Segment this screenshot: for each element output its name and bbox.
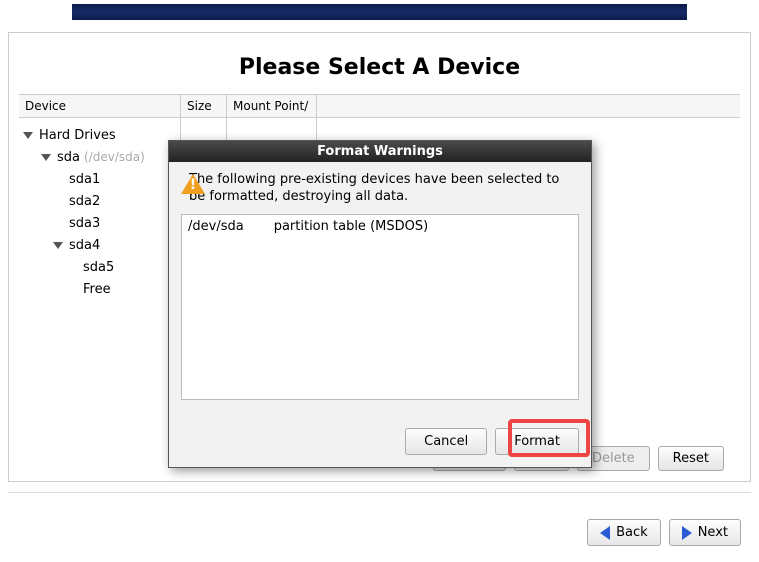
list-item-desc: partition table (MSDOS)	[274, 219, 428, 234]
dialog-message-row: ! The following pre-existing devices hav…	[181, 172, 579, 206]
format-button[interactable]: Format	[495, 428, 579, 455]
format-warnings-dialog: Format Warnings ! The following pre-exis…	[168, 140, 592, 468]
list-item-device: /dev/sda	[188, 219, 244, 234]
separator	[8, 492, 751, 493]
back-label: Back	[616, 525, 648, 540]
dialog-buttons: Cancel Format	[181, 428, 579, 455]
tree-node-sda3[interactable]: sda3	[23, 212, 176, 234]
column-header-mount[interactable]: Mount Point/	[227, 95, 316, 118]
tree-label: sda1	[69, 172, 100, 187]
next-label: Next	[698, 525, 728, 540]
tree-label: Hard Drives	[39, 128, 116, 143]
cancel-button[interactable]: Cancel	[405, 428, 487, 455]
arrow-right-icon	[682, 526, 692, 540]
tree-node-sda[interactable]: sda (/dev/sda)	[23, 146, 176, 168]
list-item[interactable]: /dev/sda partition table (MSDOS)	[188, 219, 572, 234]
column-header-size[interactable]: Size	[181, 95, 226, 118]
tree-node-free[interactable]: Free	[23, 278, 176, 300]
tree-label: sda2	[69, 194, 100, 209]
tree-label: Free	[83, 282, 111, 297]
chevron-down-icon[interactable]	[23, 132, 33, 139]
tree-label: sda	[57, 150, 80, 165]
reset-button[interactable]: Reset	[658, 446, 724, 471]
tree-node-sda4[interactable]: sda4	[23, 234, 176, 256]
column-header-blank	[317, 95, 740, 118]
back-button[interactable]: Back	[587, 519, 661, 546]
tree-node-sda1[interactable]: sda1	[23, 168, 176, 190]
chevron-down-icon[interactable]	[41, 154, 51, 161]
dialog-title: Format Warnings	[169, 141, 591, 162]
tree-label-path: (/dev/sda)	[84, 150, 145, 164]
tree-node-sda5[interactable]: sda5	[23, 256, 176, 278]
page-title: Please Select A Device	[19, 55, 740, 80]
dialog-message: The following pre-existing devices have …	[189, 172, 579, 206]
next-button[interactable]: Next	[669, 519, 741, 546]
tree-label: sda5	[83, 260, 114, 275]
dialog-device-list[interactable]: /dev/sda partition table (MSDOS)	[181, 214, 579, 400]
tree-node-hard-drives[interactable]: Hard Drives	[23, 124, 176, 146]
column-header-device[interactable]: Device	[19, 95, 180, 118]
window-header-stripe	[72, 4, 687, 20]
tree-node-sda2[interactable]: sda2	[23, 190, 176, 212]
chevron-down-icon[interactable]	[53, 242, 63, 249]
tree-label: sda4	[69, 238, 100, 253]
tree-label: sda3	[69, 216, 100, 231]
device-tree[interactable]: Hard Drives sda (/dev/sda) sda1 sda2 sda…	[19, 118, 180, 306]
arrow-left-icon	[600, 526, 610, 540]
wizard-nav: Back Next	[587, 519, 741, 546]
